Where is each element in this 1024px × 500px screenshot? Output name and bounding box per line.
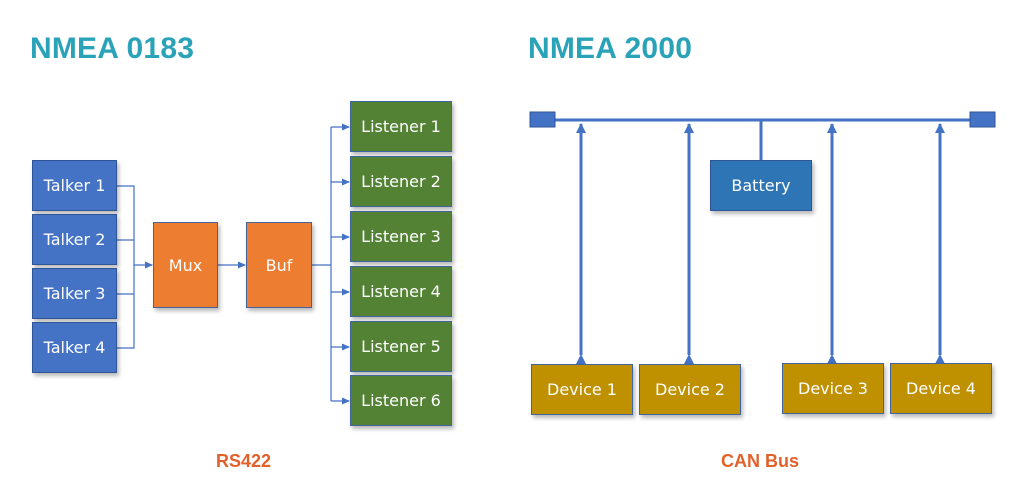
listener-5-box: Listener 5 (350, 321, 452, 372)
mux-box: Mux (153, 222, 218, 308)
talker-2-box: Talker 2 (32, 214, 117, 265)
device-4-box: Device 4 (890, 363, 992, 414)
device-1-box: Device 1 (531, 364, 633, 415)
rs422-label: RS422 (216, 451, 272, 471)
talker-1-box: Talker 1 (32, 160, 117, 211)
listener-6-box: Listener 6 (350, 375, 452, 426)
buffer-box: Buf (246, 222, 312, 308)
listener-3-box: Listener 3 (350, 211, 452, 262)
battery-box: Battery (710, 160, 812, 211)
device-2-box: Device 2 (639, 364, 741, 415)
listener-1-box: Listener 1 (350, 101, 452, 152)
talker-3-box: Talker 3 (32, 268, 117, 319)
listener-4-box: Listener 4 (350, 266, 452, 317)
talker-4-box: Talker 4 (32, 322, 117, 373)
can-bus-wires (554, 118, 972, 364)
talker-to-mux-wires (117, 123, 350, 405)
terminator-right (969, 111, 996, 128)
can-bus-label: CAN Bus (721, 451, 800, 471)
talker-bus-wire (117, 185, 135, 349)
nmea-2000-title: NMEA 2000 (528, 32, 693, 65)
terminator-left (529, 111, 556, 128)
device-3-box: Device 3 (782, 363, 884, 414)
listener-2-box: Listener 2 (350, 156, 452, 207)
nmea-0183-title: NMEA 0183 (30, 32, 195, 65)
